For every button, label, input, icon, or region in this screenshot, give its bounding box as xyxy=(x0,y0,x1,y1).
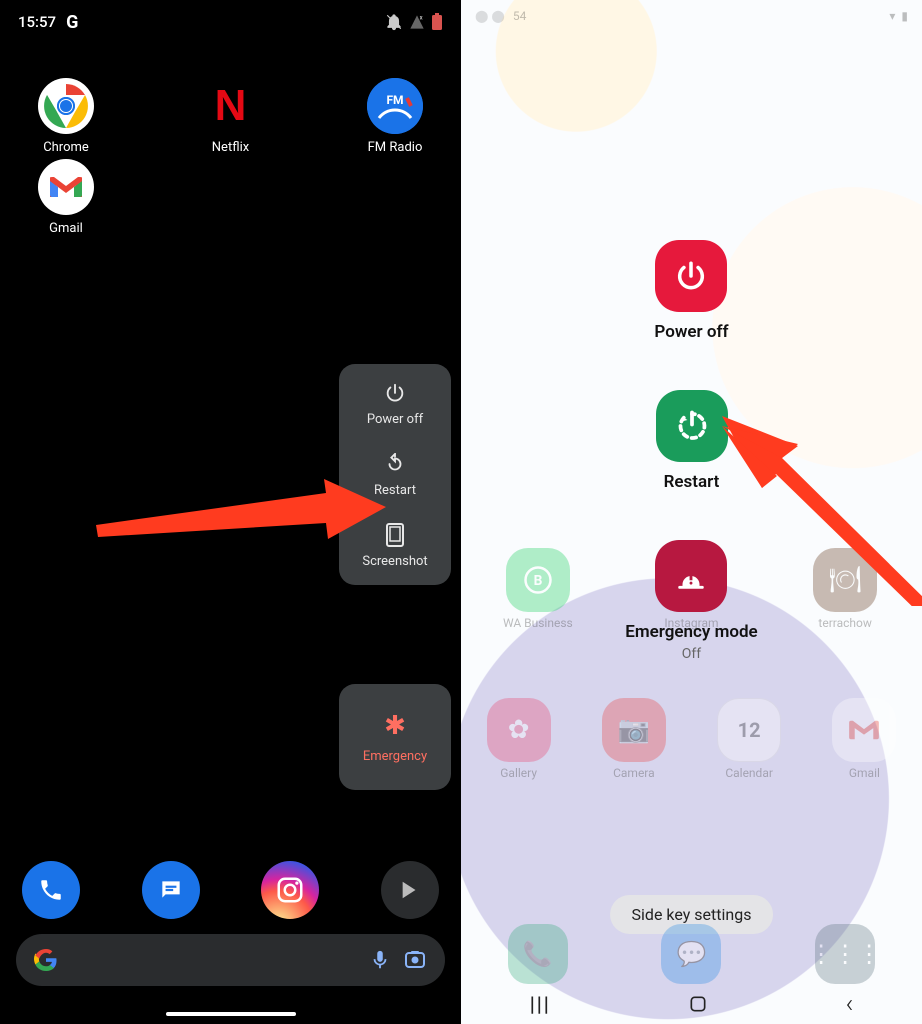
emergency-mode-state: Off xyxy=(682,646,701,662)
side-key-label: Side key settings xyxy=(632,905,752,924)
wifi-icon: ▾ xyxy=(889,9,895,23)
mic-icon[interactable] xyxy=(369,949,391,971)
power-menu: Power off Restart Screenshot xyxy=(339,364,451,585)
signal-no-sim-icon: x xyxy=(409,14,425,30)
app-fmradio[interactable]: FM FM Radio xyxy=(345,78,445,155)
emergency-mode-button[interactable]: Emergency mode Off xyxy=(625,540,757,662)
power-off-label: Power off xyxy=(367,412,423,427)
dnd-off-icon xyxy=(385,13,403,31)
nav-back[interactable]: ‹ xyxy=(846,989,854,1019)
gesture-nav-pill[interactable] xyxy=(166,1012,296,1016)
dock xyxy=(0,861,461,919)
status-time: 15:57 xyxy=(18,13,56,31)
screenshot-label: Screenshot xyxy=(362,554,427,569)
status-time: 54 xyxy=(513,9,527,23)
emergency-mode-icon xyxy=(655,540,727,612)
svg-text:FM: FM xyxy=(386,93,403,107)
calendar-icon: 12 xyxy=(717,698,781,762)
nav-recents[interactable]: ||| xyxy=(530,992,551,1016)
home-grid: Chrome N Netflix FM FM Radio xyxy=(0,70,461,244)
dock-messages[interactable] xyxy=(142,861,200,919)
dock-apps: ⋮⋮⋮ xyxy=(815,924,875,984)
google-indicator: G xyxy=(66,12,78,33)
device-samsung-oneui: ⬤ ⬤ 54 ▾ ▮ BWA Business Instagram 🍽terra… xyxy=(461,0,922,1024)
dock-faded: 📞 💬 ⋮⋮⋮ xyxy=(461,924,922,984)
netflix-icon: N xyxy=(203,78,259,134)
app-gmail[interactable]: Gmail xyxy=(16,159,116,236)
power-icon xyxy=(655,240,727,312)
power-menu: Power off Restart Emergency mode Off xyxy=(461,240,922,662)
gmail-icon xyxy=(832,698,896,762)
dock-messages: 💬 xyxy=(661,924,721,984)
restart-icon xyxy=(382,451,408,477)
restart-label: Restart xyxy=(374,483,416,498)
dock-play[interactable] xyxy=(381,861,439,919)
battery-icon xyxy=(431,13,443,31)
emergency-mode-label: Emergency mode xyxy=(625,622,757,642)
home-row-faded: ✿Gallery 📷Camera 12Calendar Gmail xyxy=(461,698,922,780)
power-icon xyxy=(382,380,408,406)
nav-bar: ||| ‹ xyxy=(461,990,922,1018)
gallery-icon: ✿ xyxy=(487,698,551,762)
emergency-button[interactable]: ✱ Emergency xyxy=(339,684,451,790)
screenshot-button[interactable]: Screenshot xyxy=(362,522,427,569)
status-bar: ⬤ ⬤ 54 ▾ ▮ xyxy=(461,0,922,32)
restart-button[interactable]: Restart xyxy=(656,390,728,492)
gmail-icon xyxy=(38,159,94,215)
nav-home[interactable] xyxy=(688,994,708,1014)
app-label: Netflix xyxy=(212,140,249,155)
lens-icon[interactable] xyxy=(403,948,427,972)
battery-icon: ▮ xyxy=(901,9,908,23)
app-label: Gmail xyxy=(49,221,83,236)
app-netflix[interactable]: N Netflix xyxy=(181,78,281,155)
app-label: FM Radio xyxy=(368,140,423,155)
fmradio-icon: FM xyxy=(367,78,423,134)
power-off-button[interactable]: Power off xyxy=(654,240,728,342)
app-chrome[interactable]: Chrome xyxy=(16,78,116,155)
screenshot-icon xyxy=(382,522,408,548)
search-bar[interactable] xyxy=(16,934,445,986)
power-off-button[interactable]: Power off xyxy=(367,380,423,427)
emergency-label: Emergency xyxy=(363,749,427,764)
camera-icon: 📷 xyxy=(602,698,666,762)
restart-label: Restart xyxy=(664,472,720,492)
status-bar: 15:57 G x xyxy=(0,0,461,44)
power-off-label: Power off xyxy=(654,322,728,342)
dock-phone[interactable] xyxy=(22,861,80,919)
dock-instagram[interactable] xyxy=(261,861,319,919)
device-stock-android: 15:57 G x Chr xyxy=(0,0,461,1024)
restart-button[interactable]: Restart xyxy=(374,451,416,498)
dock-phone: 📞 xyxy=(508,924,568,984)
google-g-icon xyxy=(34,948,58,972)
emergency-icon: ✱ xyxy=(384,711,406,741)
chrome-icon xyxy=(38,78,94,134)
app-label: Chrome xyxy=(43,140,89,155)
svg-text:x: x xyxy=(420,14,423,21)
restart-icon xyxy=(656,390,728,462)
